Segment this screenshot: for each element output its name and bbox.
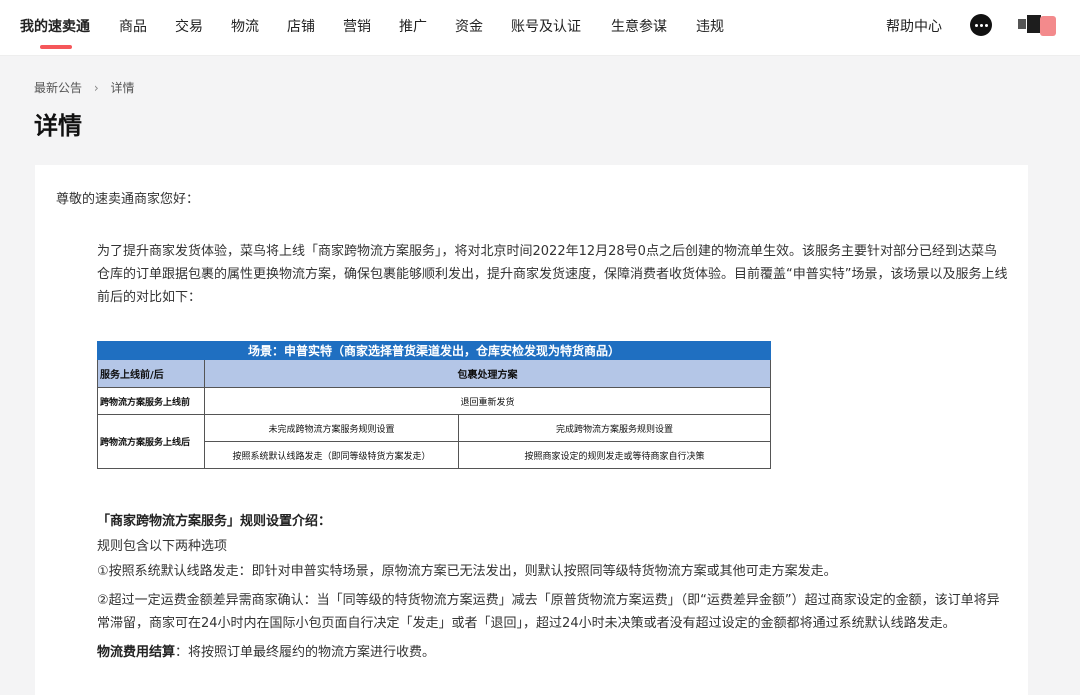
nav-item-promotion[interactable]: 推广 <box>399 16 427 36</box>
chat-icon[interactable] <box>970 14 992 36</box>
rules-heading: 「商家跨物流方案服务」规则设置介绍： <box>97 514 332 529</box>
announcement-card: 尊敬的速卖通商家您好： 为了提升商家发货体验，菜鸟将上线「商家跨物流方案服务」，… <box>35 165 1028 695</box>
table-row-before-label: 跨物流方案服务上线前 <box>97 387 205 415</box>
nav-item-funds[interactable]: 资金 <box>455 16 483 36</box>
nav-item-my-aliexpress[interactable]: 我的速卖通 <box>20 16 90 36</box>
fee-settlement-label: 物流费用结算 <box>97 645 176 660</box>
table-cell-after-set: 完成跨物流方案服务规则设置 <box>457 414 772 442</box>
table-cell-after-set-action: 按照商家设定的规则发走或等待商家自行决策 <box>457 441 772 469</box>
nav-item-business-advisor[interactable]: 生意参谋 <box>611 16 667 36</box>
table-title: 场景：申普实特（商家选择普货渠道发出，仓库安检发现为特货商品） <box>96 341 772 360</box>
active-tab-indicator <box>40 45 72 49</box>
nav-item-products[interactable]: 商品 <box>119 16 147 36</box>
nav-item-logistics[interactable]: 物流 <box>231 16 259 36</box>
nav-item-store[interactable]: 店铺 <box>287 16 315 36</box>
scenario-table: 场景：申普实特（商家选择普货渠道发出，仓库安检发现为特货商品） 服务上线前/后 … <box>96 341 772 469</box>
breadcrumb-parent[interactable]: 最新公告 <box>34 81 82 95</box>
breadcrumb: 最新公告 › 详情 <box>34 79 135 96</box>
table-cell-after-unset: 未完成跨物流方案服务规则设置 <box>204 414 459 442</box>
chevron-right-icon: › <box>93 81 99 95</box>
fee-settlement-text: ：将按照订单最终履约的物流方案进行收费。 <box>175 645 436 660</box>
table-row-before-value: 退回重新发货 <box>203 387 772 415</box>
rules-intro: 规则包含以下两种选项 <box>97 539 228 554</box>
rule-option-1: ①按照系统默认线路发走：即针对申普实特场景，原物流方案已无法发出，则默认按照同等… <box>97 564 837 579</box>
nav-item-account[interactable]: 账号及认证 <box>511 16 581 36</box>
table-header-solution: 包裹处理方案 <box>203 359 772 388</box>
rules-section: 「商家跨物流方案服务」规则设置介绍： 规则包含以下两种选项 ①按照系统默认线路发… <box>97 510 1009 670</box>
page-title: 详情 <box>34 112 82 140</box>
nav-item-marketing[interactable]: 营销 <box>343 16 371 36</box>
table-cell-after-unset-action: 按照系统默认线路发走（即同等级特货方案发走） <box>204 441 459 469</box>
table-row-after-label: 跨物流方案服务上线后 <box>97 414 205 469</box>
rule-option-2: ②超过一定运费金额差异需商家确认：当「同等级的特货物流方案运费」减去「原普货物流… <box>97 593 1000 631</box>
intro-paragraph: 为了提升商家发货体验，菜鸟将上线「商家跨物流方案服务」，将对北京时间2022年1… <box>97 244 1008 305</box>
nav-item-violations[interactable]: 违规 <box>696 16 724 36</box>
avatar[interactable] <box>1018 13 1058 37</box>
breadcrumb-current: 详情 <box>110 81 135 95</box>
nav-item-orders[interactable]: 交易 <box>175 16 203 36</box>
fee-settlement: 物流费用结算：将按照订单最终履约的物流方案进行收费。 <box>97 641 1009 664</box>
greeting-text: 尊敬的速卖通商家您好： <box>56 192 200 207</box>
help-center-link[interactable]: 帮助中心 <box>886 16 942 36</box>
table-header-stage: 服务上线前/后 <box>97 359 205 388</box>
top-nav: 我的速卖通 商品 交易 物流 店铺 营销 推广 资金 账号及认证 生意参谋 违规… <box>0 0 1080 56</box>
